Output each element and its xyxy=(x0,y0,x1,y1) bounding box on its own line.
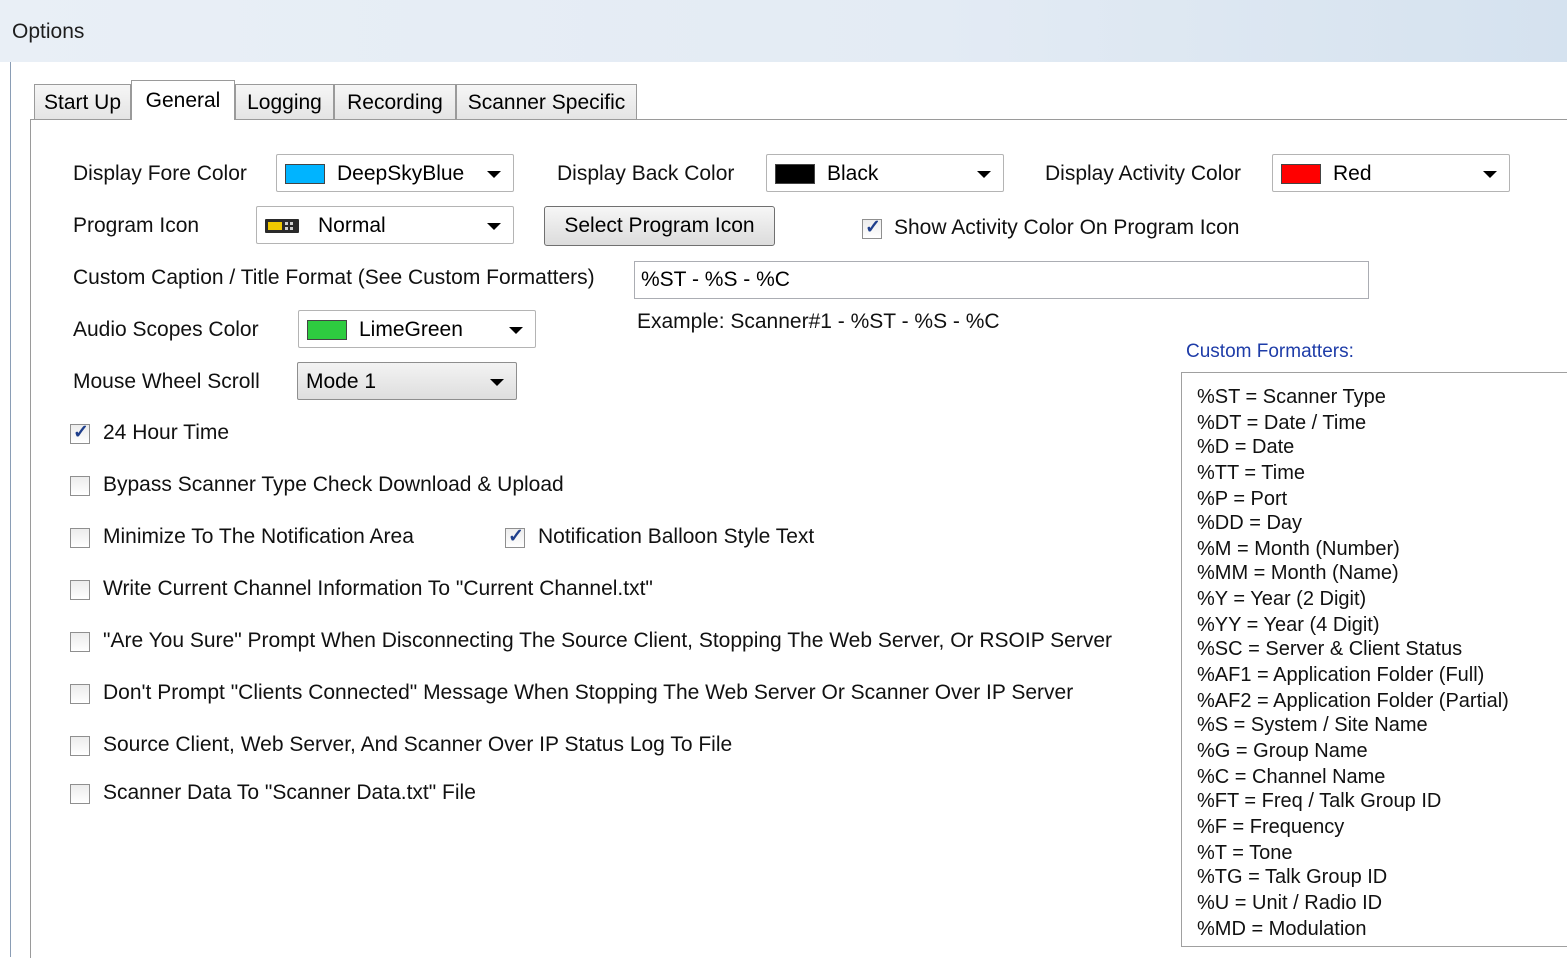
mouse-wheel-scroll-value: Mode 1 xyxy=(306,370,377,393)
window-title: Options xyxy=(12,20,85,43)
radio-scanner-icon xyxy=(265,219,299,233)
audio-scopes-color-combo[interactable]: LimeGreen xyxy=(298,310,536,348)
formatter-item: %S = System / Site Name xyxy=(1197,714,1428,736)
label-minimize-notification: Minimize To The Notification Area xyxy=(103,525,414,548)
label-status-log: Source Client, Web Server, And Scanner O… xyxy=(103,733,733,756)
custom-formatters-title: Custom Formatters: xyxy=(1186,341,1354,362)
display-back-color-label: Display Back Color xyxy=(557,162,735,185)
mouse-wheel-scroll-combo[interactable]: Mode 1 xyxy=(297,362,517,400)
formatter-item: %C = Channel Name xyxy=(1197,766,1386,788)
caption-example-text: Example: Scanner#1 - %ST - %S - %C xyxy=(637,310,1000,333)
checkbox-24-hour-time[interactable]: ✓ xyxy=(70,422,90,444)
mouse-wheel-scroll-label: Mouse Wheel Scroll xyxy=(73,370,260,393)
label-24-hour-time: 24 Hour Time xyxy=(103,421,230,444)
formatter-item: %M = Month (Number) xyxy=(1197,538,1400,560)
chevron-down-icon xyxy=(487,171,501,178)
formatter-item: %U = Unit / Radio ID xyxy=(1197,892,1383,914)
display-fore-color-label: Display Fore Color xyxy=(73,162,247,185)
checkbox-bypass-type-check[interactable]: ✓ xyxy=(70,476,90,496)
formatter-item: %T = Tone xyxy=(1197,842,1293,864)
tab-recording[interactable]: Recording xyxy=(334,84,456,119)
custom-formatters-list: %ST = Scanner Type %DT = Date / Time %D … xyxy=(1181,372,1567,947)
formatter-item: %MD = Modulation xyxy=(1197,918,1367,940)
show-activity-color-label: Show Activity Color On Program Icon xyxy=(894,216,1240,239)
formatter-item: %F = Frequency xyxy=(1197,816,1345,838)
checkbox-minimize-notification[interactable]: ✓ xyxy=(70,528,90,548)
tab-scanner-specific[interactable]: Scanner Specific xyxy=(456,84,637,119)
chevron-down-icon xyxy=(490,379,504,386)
label-are-you-sure-prompt: "Are You Sure" Prompt When Disconnecting… xyxy=(103,629,1113,652)
checkbox-scanner-data-file[interactable]: ✓ xyxy=(70,784,90,804)
formatter-item: %DD = Day xyxy=(1197,512,1303,534)
program-icon-value: Normal xyxy=(318,214,386,237)
formatter-item: %TT = Time xyxy=(1197,462,1305,484)
chevron-down-icon xyxy=(487,223,501,230)
formatter-item: %ST = Scanner Type xyxy=(1197,386,1386,408)
display-activity-color-value: Red xyxy=(1333,162,1372,185)
formatter-item: %AF1 = Application Folder (Full) xyxy=(1197,664,1485,686)
checkbox-write-current-channel[interactable]: ✓ xyxy=(70,580,90,600)
chevron-down-icon xyxy=(509,327,523,334)
formatter-item: %TG = Talk Group ID xyxy=(1197,866,1388,888)
audio-scopes-color-value: LimeGreen xyxy=(359,318,463,341)
label-dont-prompt-clients: Don't Prompt "Clients Connected" Message… xyxy=(103,681,1074,704)
checkbox-balloon-style[interactable]: ✓ xyxy=(505,526,525,548)
audio-scopes-swatch xyxy=(307,320,347,340)
checkbox-dont-prompt-clients[interactable]: ✓ xyxy=(70,684,90,704)
tab-general[interactable]: General xyxy=(131,80,235,120)
formatter-item: %FT = Freq / Talk Group ID xyxy=(1197,790,1442,812)
formatter-item: %DT = Date / Time xyxy=(1197,412,1367,434)
formatter-item: %SC = Server & Client Status xyxy=(1197,638,1463,660)
formatter-item: %MM = Month (Name) xyxy=(1197,562,1399,584)
show-activity-color-checkbox[interactable]: ✓ xyxy=(862,217,882,239)
program-icon-label: Program Icon xyxy=(73,214,200,237)
formatter-item: %D = Date xyxy=(1197,436,1295,458)
activity-color-swatch xyxy=(1281,164,1321,184)
back-color-swatch xyxy=(775,164,815,184)
label-scanner-data-file: Scanner Data To "Scanner Data.txt" File xyxy=(103,781,476,804)
display-back-color-combo[interactable]: Black xyxy=(766,154,1004,192)
checkbox-status-log[interactable]: ✓ xyxy=(70,736,90,756)
display-back-color-value: Black xyxy=(827,162,879,185)
formatter-item: %G = Group Name xyxy=(1197,740,1368,762)
display-activity-color-combo[interactable]: Red xyxy=(1272,154,1510,192)
title-bar: Options xyxy=(0,0,1567,62)
caption-format-field[interactable] xyxy=(635,262,1368,298)
label-write-current-channel: Write Current Channel Information To "Cu… xyxy=(103,577,653,600)
caption-format-label: Custom Caption / Title Format (See Custo… xyxy=(73,266,595,289)
tab-start-up[interactable]: Start Up xyxy=(34,84,131,119)
display-fore-color-value: DeepSkyBlue xyxy=(337,162,465,185)
chevron-down-icon xyxy=(1483,171,1497,178)
fore-color-swatch xyxy=(285,164,325,184)
formatter-item: %Y = Year (2 Digit) xyxy=(1197,588,1367,610)
program-icon-combo[interactable]: Normal xyxy=(256,206,514,244)
formatter-item: %YY = Year (4 Digit) xyxy=(1197,614,1380,636)
display-activity-color-label: Display Activity Color xyxy=(1045,162,1242,185)
audio-scopes-color-label: Audio Scopes Color xyxy=(73,318,259,341)
label-balloon-style: Notification Balloon Style Text xyxy=(538,525,815,548)
caption-format-input[interactable] xyxy=(634,261,1369,299)
formatter-item: %P = Port xyxy=(1197,488,1288,510)
display-fore-color-combo[interactable]: DeepSkyBlue xyxy=(276,154,514,192)
checkbox-are-you-sure-prompt[interactable]: ✓ xyxy=(70,632,90,652)
chevron-down-icon xyxy=(977,171,991,178)
select-program-icon-button[interactable]: Select Program Icon xyxy=(544,206,775,246)
formatter-item: %AF2 = Application Folder (Partial) xyxy=(1197,690,1509,712)
tab-logging[interactable]: Logging xyxy=(235,84,334,119)
label-bypass-type-check: Bypass Scanner Type Check Download & Upl… xyxy=(103,473,564,496)
